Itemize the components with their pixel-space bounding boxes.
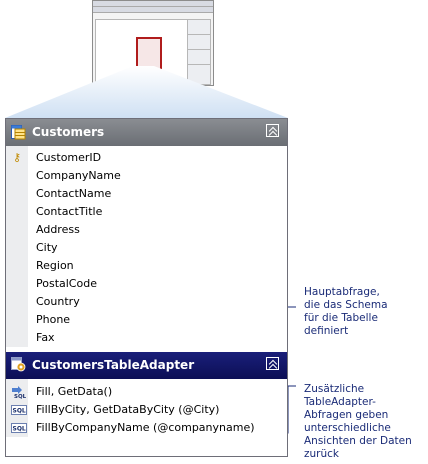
column-row[interactable]: ContactTitle [6,203,287,221]
table-icon [11,125,26,140]
query-name: FillByCompanyName (@companyname) [36,421,255,434]
primary-key-icon: ⚷ [13,151,22,164]
svg-text:SQL: SQL [14,394,27,399]
column-name: Address [36,223,80,236]
collapse-chevron-icon[interactable] [266,124,279,137]
fill-query-sql-icon: SQL [12,386,27,399]
sql-icon: SQL [11,405,27,415]
svg-text:SQL: SQL [13,408,26,415]
column-row[interactable]: ⚷ CustomerID [6,149,287,167]
query-row[interactable]: SQL Fill, GetData() [6,383,287,401]
column-name: CompanyName [36,169,121,182]
column-name: Phone [36,313,71,326]
sql-icon: SQL [11,423,27,433]
tableadapter-title: CustomersTableAdapter [32,358,195,372]
main-query-callout: Hauptabfrage, die das Schema für die Tab… [304,286,388,337]
column-row[interactable]: ContactName [6,185,287,203]
column-name: Region [36,259,74,272]
collapse-chevron-icon[interactable] [266,357,279,370]
query-row[interactable]: SQL FillByCompanyName (@companyname) [6,419,287,437]
customers-title: Customers [32,125,105,139]
tableadapter-header[interactable]: CustomersTableAdapter [6,352,287,379]
query-name: Fill, GetData() [36,385,113,398]
column-name: CustomerID [36,151,102,164]
column-row[interactable]: Country [6,293,287,311]
svg-text:SQL: SQL [13,426,26,433]
query-name: FillByCity, GetDataByCity (@City) [36,403,220,416]
column-row[interactable]: Phone [6,311,287,329]
customers-header[interactable]: Customers [6,119,287,146]
customers-datatable[interactable]: Customers ⚷ CustomerID CompanyName Conta… [5,118,288,457]
column-name: City [36,241,58,254]
tableadapter-icon [11,357,26,372]
column-name: Country [36,295,80,308]
column-row[interactable]: CompanyName [6,167,287,185]
column-row[interactable]: Address [6,221,287,239]
column-name: ContactName [36,187,112,200]
column-row[interactable]: PostalCode [6,275,287,293]
column-name: ContactTitle [36,205,103,218]
query-row[interactable]: SQL FillByCity, GetDataByCity (@City) [6,401,287,419]
column-row[interactable]: Region [6,257,287,275]
column-row[interactable]: Fax [6,329,287,347]
column-list: ⚷ CustomerID CompanyName ContactName Con… [6,146,287,347]
column-row[interactable]: City [6,239,287,257]
column-name: Fax [36,331,55,344]
column-name: PostalCode [36,277,97,290]
extra-queries-callout: Zusätzliche TableAdapter- Abfragen geben… [304,383,412,460]
query-list: SQL Fill, GetData() SQL FillByCity, GetD… [6,379,287,437]
